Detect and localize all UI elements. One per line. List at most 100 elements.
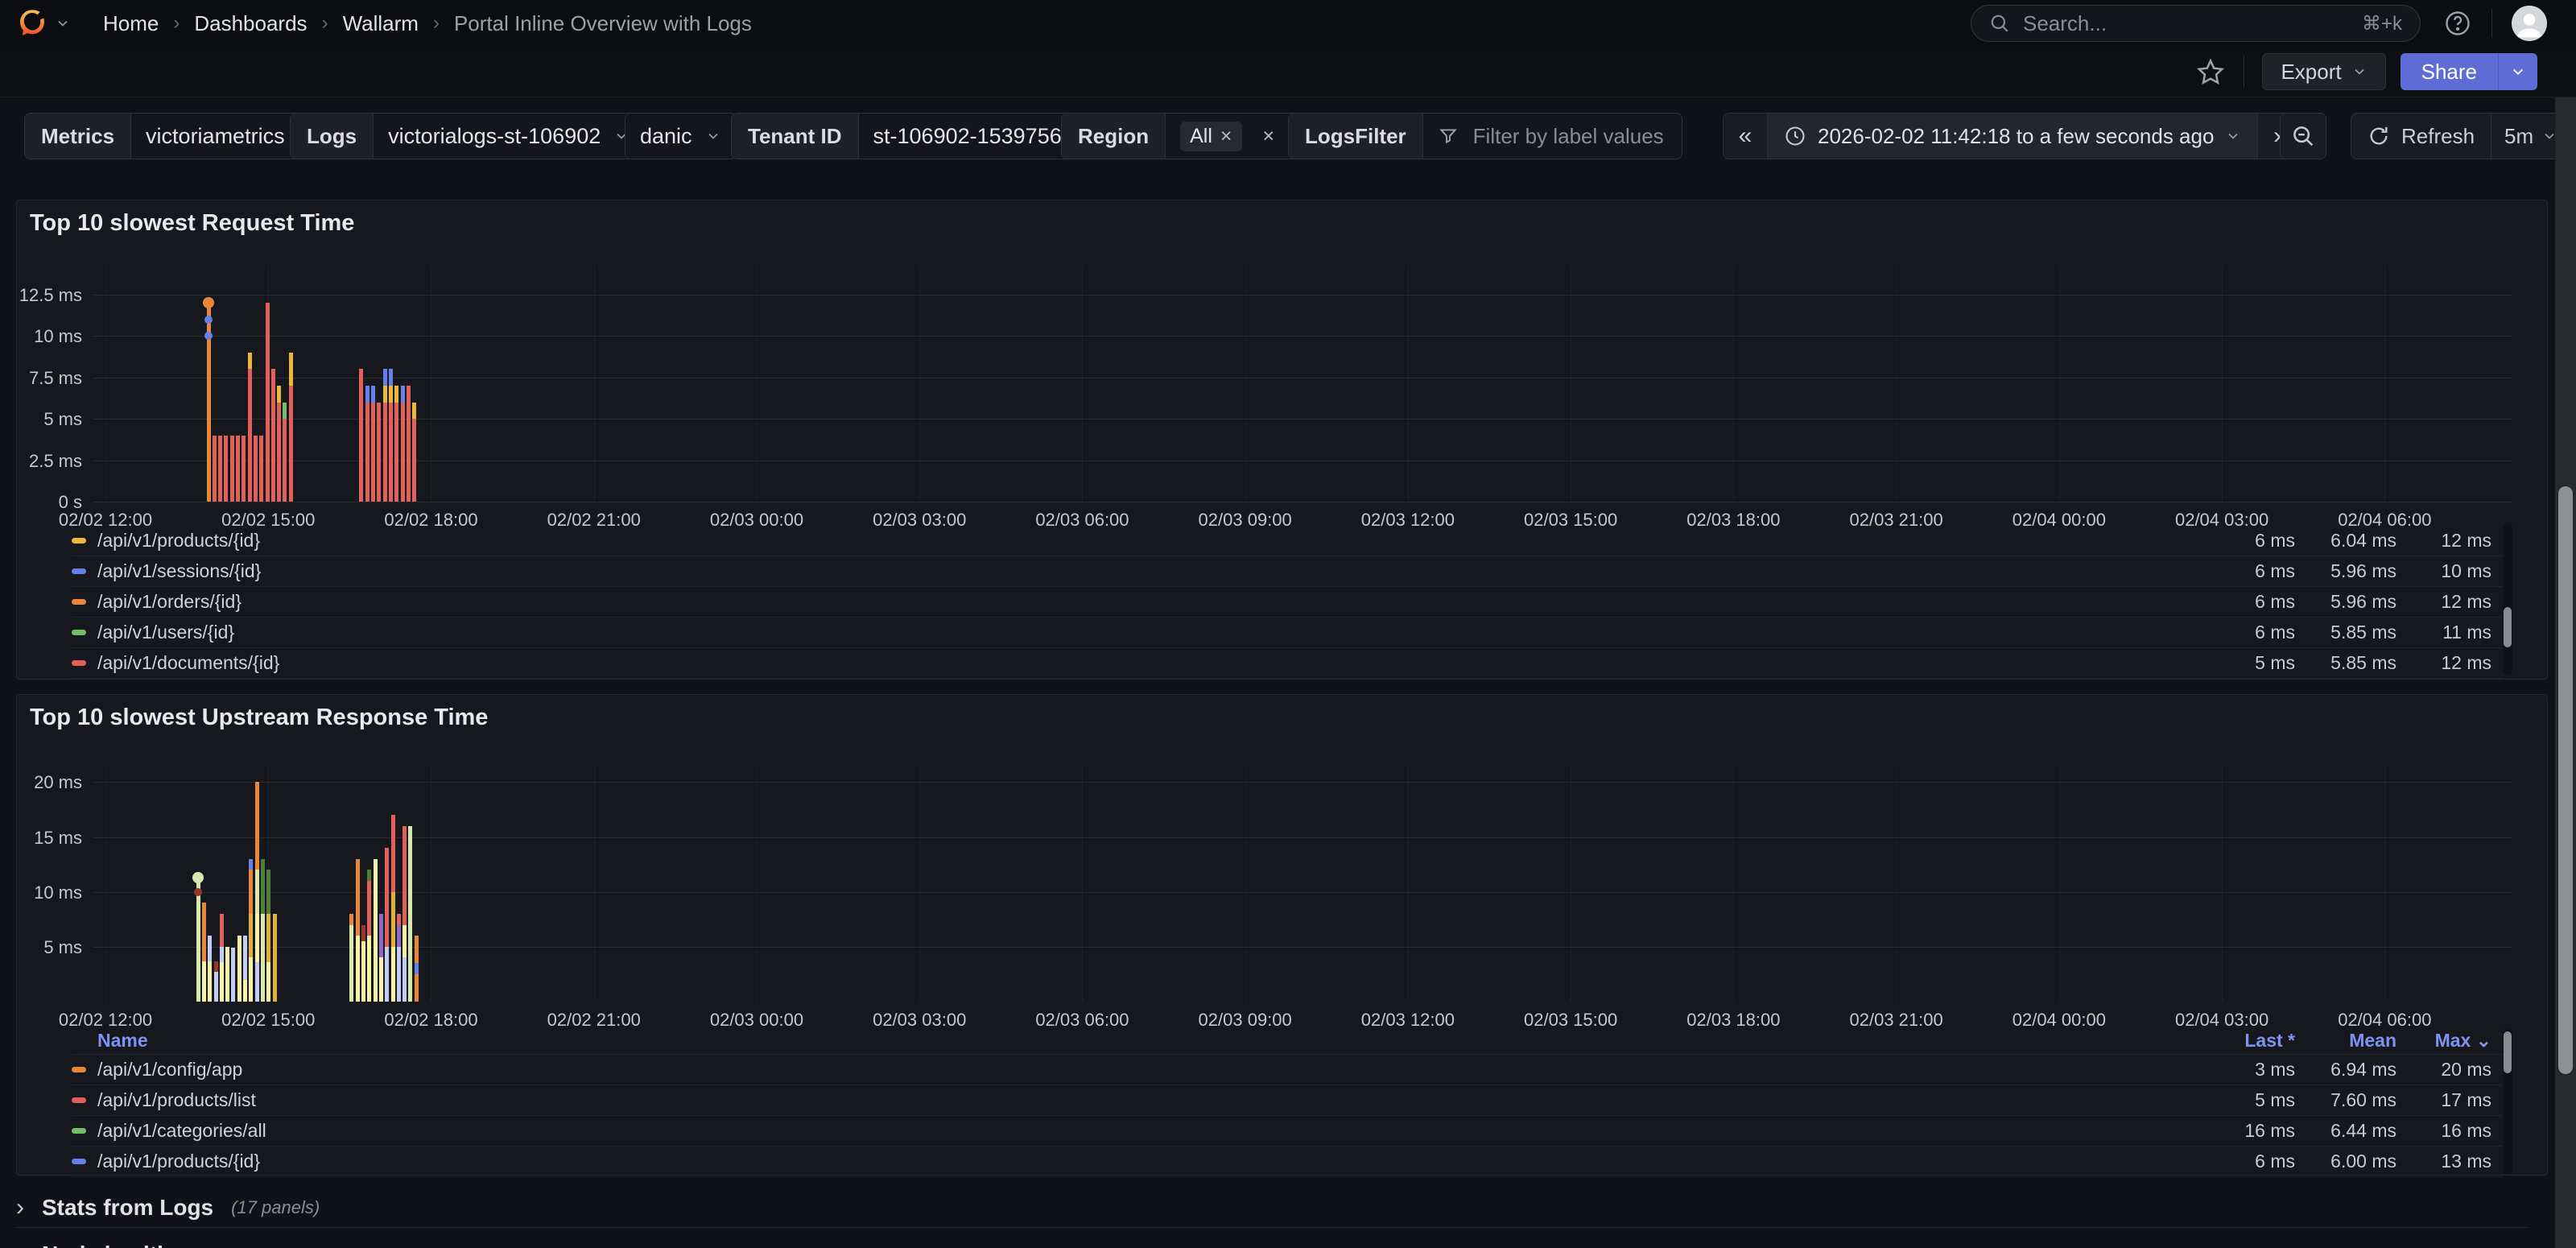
legend-row[interactable]: /api/v1/categories/all16 ms6.44 ms16 ms (72, 1116, 2503, 1147)
time-shift-back-button[interactable]: « (1724, 114, 1767, 159)
legend-value-mean: 5.96 ms (2306, 560, 2408, 582)
refresh-button[interactable]: Refresh (2351, 114, 2491, 159)
legend-value-max: 12 ms (2408, 530, 2503, 552)
x-tick-label: 02/03 12:00 (1335, 510, 1480, 531)
series-bar (202, 903, 206, 961)
avatar[interactable] (2512, 6, 2547, 41)
series-bar (225, 947, 229, 1002)
series-bar (383, 386, 387, 403)
series-bar (224, 436, 228, 502)
x-tick-label: 02/02 15:00 (196, 1010, 341, 1031)
y-gridline (93, 336, 2512, 337)
y-tick-label: 5 ms (0, 937, 82, 958)
export-label: Export (2281, 60, 2341, 85)
legend-row[interactable]: /api/v1/orders/{id}6 ms5.96 ms12 ms (72, 587, 2503, 618)
x-tick-label: 02/04 06:00 (2312, 1010, 2457, 1031)
x-tick-label: 02/04 03:00 (2149, 1010, 2294, 1031)
series-bar (394, 403, 398, 502)
row-panel-count: (17 panels) (231, 1197, 320, 1218)
series-bar (255, 870, 259, 914)
share-button[interactable]: Share (2401, 53, 2498, 90)
legend-series-name: /api/v1/products/list (72, 1089, 2186, 1111)
x-tick-label: 02/03 18:00 (1661, 1010, 1806, 1031)
share-options-button[interactable] (2498, 53, 2537, 90)
series-bar (391, 947, 395, 1002)
export-button[interactable]: Export (2262, 53, 2385, 90)
search-input[interactable] (2021, 10, 2351, 37)
panel-title[interactable]: Top 10 slowest Request Time (30, 210, 354, 237)
breadcrumb-item[interactable]: Dashboards (194, 11, 307, 36)
help-icon[interactable] (2443, 9, 2472, 38)
series-bar (261, 859, 265, 914)
legend-swatch-icon (72, 599, 86, 605)
series-bar (401, 403, 405, 502)
grafana-logo-menu[interactable] (16, 7, 71, 39)
var-logs-value[interactable]: victorialogs-st-106902 (374, 114, 644, 159)
x-tick-label: 02/02 15:00 (196, 510, 341, 531)
plot-area (93, 267, 2512, 502)
series-bar (371, 386, 375, 403)
remove-chip-icon[interactable]: × (1220, 125, 1232, 148)
var-logs-label: Logs (291, 114, 374, 159)
legend-scrollbar[interactable] (2503, 524, 2512, 676)
clear-all-icon[interactable]: × (1263, 125, 1275, 148)
zoom-out-icon[interactable] (2281, 114, 2326, 159)
time-picker-group: « 2026-02-02 11:42:18 to a few seconds a… (1723, 113, 2302, 159)
legend-row[interactable]: /api/v1/config/app3 ms6.94 ms20 ms (72, 1055, 2503, 1085)
series-bar (255, 782, 259, 870)
row-stats-from-logs[interactable]: › Stats from Logs (17 panels) (16, 1192, 320, 1224)
legend-row[interactable]: /api/v1/products/{id}6 ms6.00 ms13 ms (72, 1147, 2503, 1177)
navbar-right: ⌘+k (1971, 5, 2547, 42)
page-scrollbar[interactable] (2555, 97, 2576, 1248)
legend-header-name[interactable]: Name (72, 1030, 2186, 1052)
series-bar (196, 881, 200, 1002)
x-tick-label: 02/03 15:00 (1498, 1010, 1643, 1031)
x-tick-label: 02/03 15:00 (1498, 510, 1643, 531)
legend-value-mean: 6.00 ms (2306, 1151, 2408, 1172)
x-tick-label: 02/04 00:00 (1987, 510, 2132, 531)
series-bar (415, 974, 419, 1002)
time-range-picker[interactable]: 2026-02-02 11:42:18 to a few seconds ago (1767, 114, 2258, 159)
var-metrics-label: Metrics (25, 114, 131, 159)
series-bar (371, 403, 375, 502)
series-bar (283, 419, 287, 502)
page-scrollbar-thumb[interactable] (2558, 486, 2573, 1074)
legend-value-mean: 5.85 ms (2306, 622, 2408, 643)
var-logs: Logs victorialogs-st-106902 (290, 113, 645, 159)
series-bar (259, 436, 263, 502)
x-gridline (2384, 766, 2385, 1002)
legend-row[interactable]: /api/v1/sessions/{id}6 ms5.96 ms10 ms (72, 556, 2503, 587)
series-bar (383, 403, 387, 502)
search-box[interactable]: ⌘+k (1971, 5, 2421, 42)
var-extra-value[interactable]: danic (625, 114, 736, 159)
refresh-icon (2368, 125, 2390, 147)
legend-value-last: 6 ms (2186, 560, 2306, 582)
series-bar (208, 961, 212, 1002)
legend-value-max: 12 ms (2408, 652, 2503, 674)
star-icon[interactable] (2197, 58, 2224, 85)
x-gridline (2222, 766, 2223, 1002)
zoom-out-group (2280, 113, 2326, 159)
breadcrumb-item[interactable]: Home (103, 11, 159, 36)
breadcrumb-item[interactable]: Wallarm (343, 11, 419, 36)
logsfilter-input[interactable] (1472, 123, 1682, 150)
legend-swatch-icon (72, 1159, 86, 1164)
row-partial[interactable]: › Node health (16, 1238, 171, 1248)
series-bar (277, 386, 281, 403)
legend-swatch-icon (72, 568, 86, 574)
series-bar (397, 947, 401, 1002)
legend-header-last[interactable]: Last * (2186, 1030, 2306, 1052)
legend-row[interactable]: /api/v1/products/list5 ms7.60 ms17 ms (72, 1085, 2503, 1116)
panel-title[interactable]: Top 10 slowest Upstream Response Time (30, 705, 488, 731)
y-tick-label: 10 ms (0, 882, 82, 903)
series-bar (255, 962, 259, 1002)
series-bar (401, 386, 405, 403)
legend-swatch-icon (72, 630, 86, 635)
legend-scrollbar[interactable] (2503, 1028, 2512, 1175)
legend-header-mean[interactable]: Mean (2306, 1030, 2408, 1052)
legend-row[interactable]: /api/v1/users/{id}6 ms5.85 ms11 ms (72, 618, 2503, 648)
legend-row[interactable]: /api/v1/documents/{id}5 ms5.85 ms12 ms (72, 648, 2503, 679)
series-bar (374, 859, 378, 1002)
legend-header-max[interactable]: Max ⌄ (2408, 1030, 2503, 1052)
region-chip-all[interactable]: All × (1180, 122, 1241, 151)
